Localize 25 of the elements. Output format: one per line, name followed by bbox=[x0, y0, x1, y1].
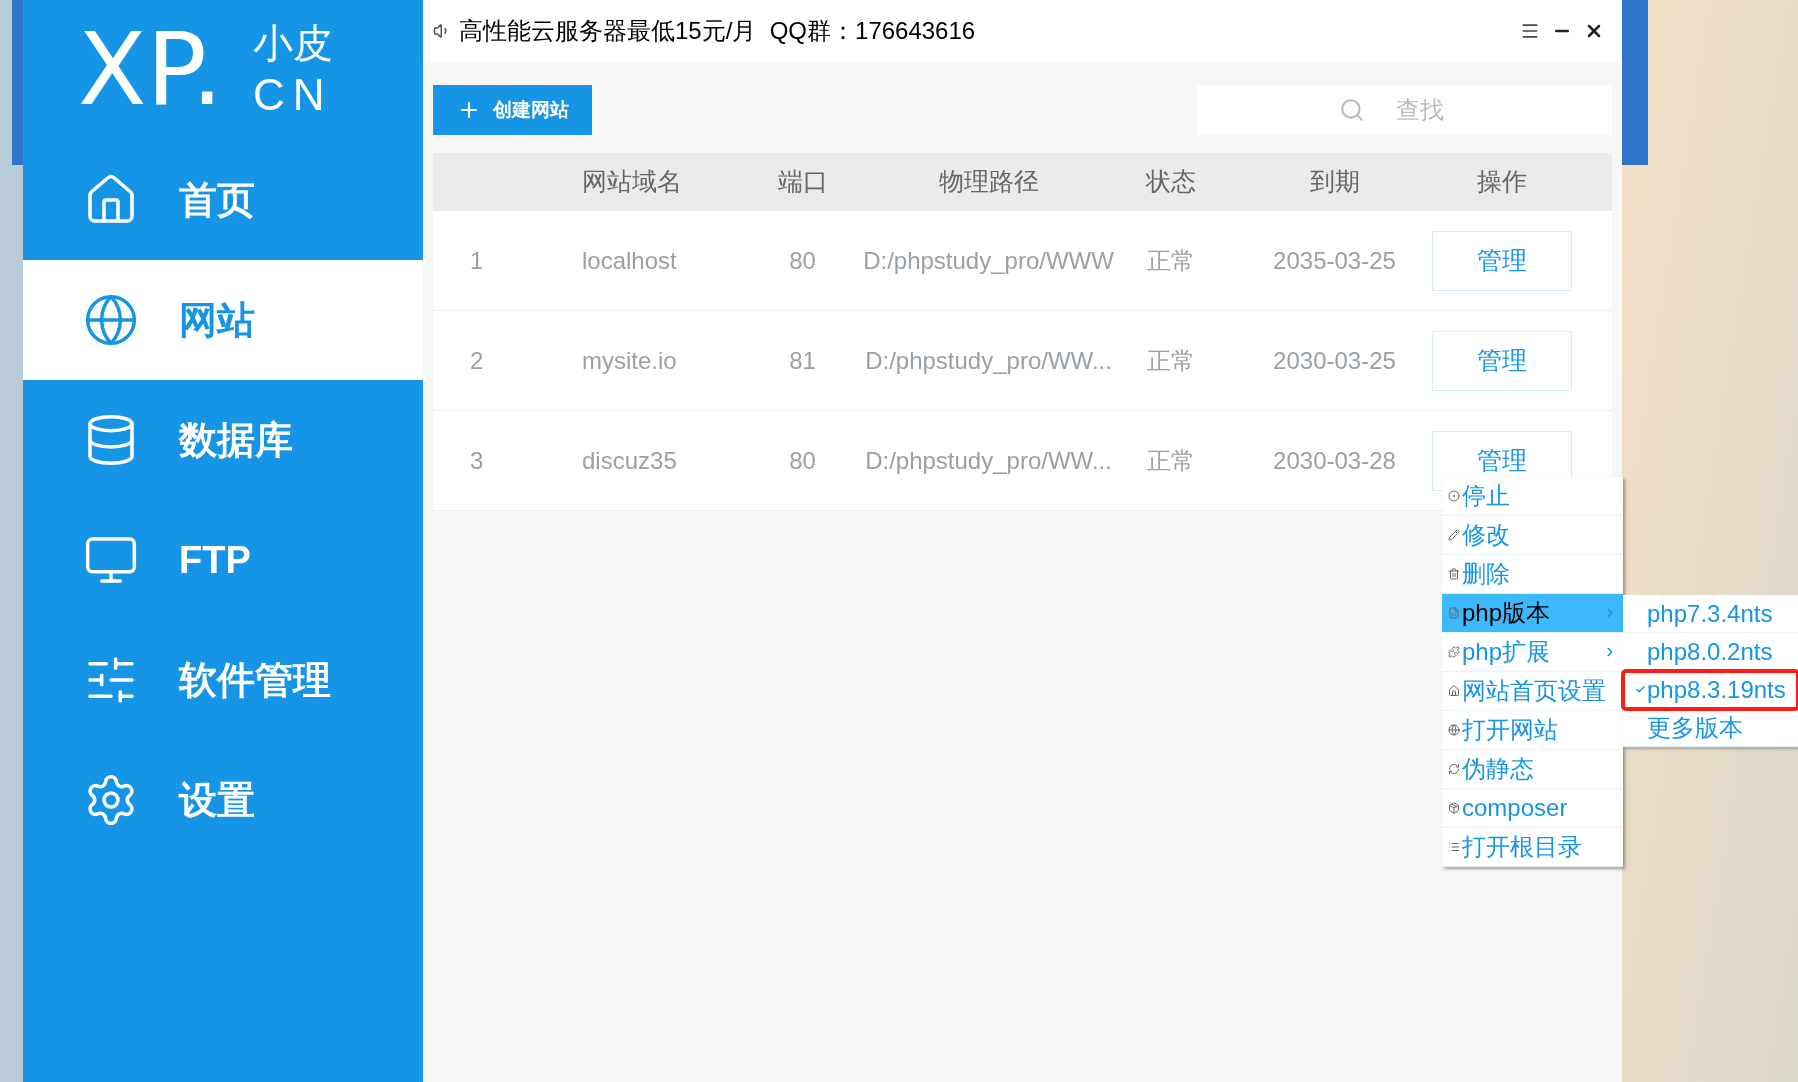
table-cell-text: D:/phpstudy_pro/WW... bbox=[865, 345, 1112, 376]
column-header: 到期 bbox=[1309, 166, 1360, 198]
table-cell: 3 bbox=[470, 446, 484, 474]
column-header: 网站域名 bbox=[582, 166, 682, 198]
table-cell: mysite.io bbox=[582, 346, 677, 374]
table-cell-text: D:/phpstudy_pro/WW... bbox=[865, 445, 1112, 476]
table-cell: discuz35 bbox=[582, 446, 677, 474]
column-header: 操作 bbox=[1477, 166, 1527, 198]
table-cell-text: 2030-03-25 bbox=[1273, 345, 1396, 376]
table-cell: 2 bbox=[470, 346, 484, 374]
table-cell-text: 2030-03-28 bbox=[1273, 445, 1396, 476]
notice-text: 高性能云服务器最低15元/月 QQ群：176643616 bbox=[459, 16, 976, 46]
table-cell: 1 bbox=[470, 246, 484, 274]
column-header: 端口 bbox=[777, 166, 828, 198]
table-cell-text: 正常 bbox=[1147, 445, 1195, 476]
table-cell-text: 正常 bbox=[1147, 345, 1195, 376]
table-cell-text: 81 bbox=[789, 345, 816, 376]
table-cell-text: 正常 bbox=[1147, 245, 1195, 276]
table-cell-text: 80 bbox=[789, 445, 816, 476]
column-header: 状态 bbox=[1146, 166, 1196, 198]
table-cell: localhost bbox=[582, 246, 677, 274]
table-cell-text: D:/phpstudy_pro/WWW bbox=[863, 245, 1114, 276]
column-header: 物理路径 bbox=[938, 166, 1039, 198]
table-cell-text: 2035-03-25 bbox=[1273, 245, 1396, 276]
table-cell-text: 80 bbox=[789, 245, 816, 276]
